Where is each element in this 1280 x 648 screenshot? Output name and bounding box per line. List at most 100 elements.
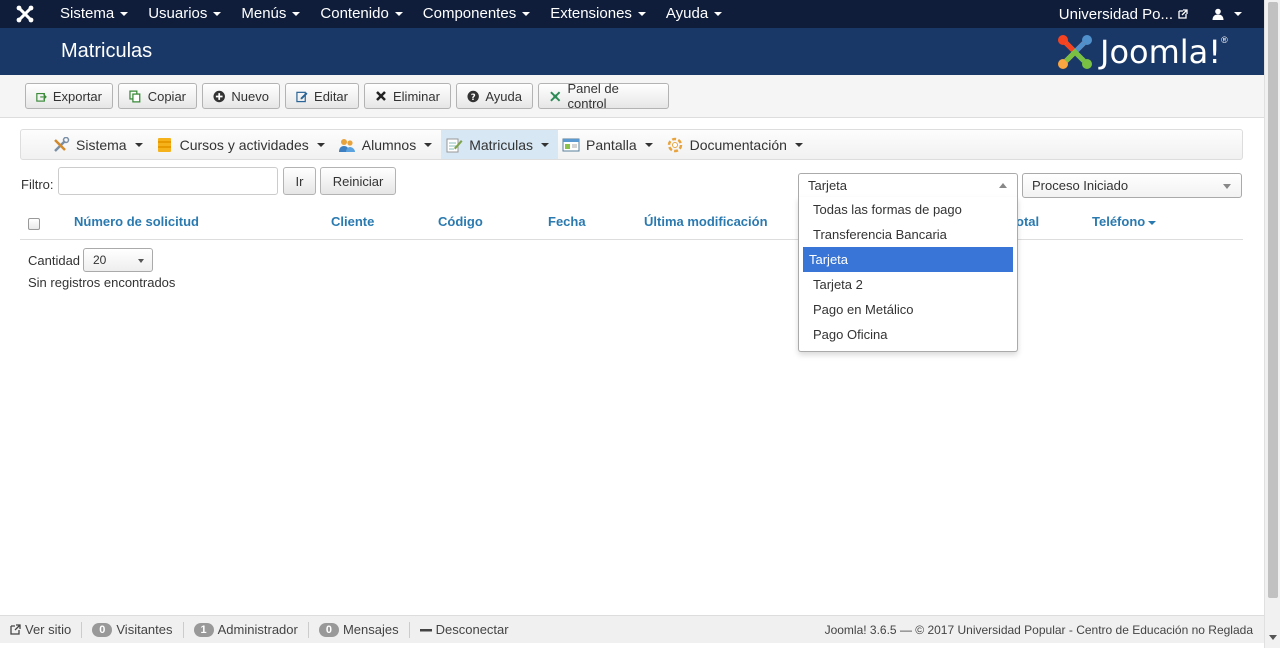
col-ultima-modificacion[interactable]: Última modificación xyxy=(644,214,768,229)
option-oficina[interactable]: Pago Oficina xyxy=(803,322,1013,347)
vertical-scrollbar[interactable] xyxy=(1264,0,1280,648)
menu-extensiones[interactable]: Extensiones xyxy=(540,0,656,28)
plus-circle-icon xyxy=(213,90,225,102)
registered-mark: ® xyxy=(1221,35,1228,45)
folder-icon xyxy=(157,137,171,152)
status-select[interactable]: Proceso Iniciado xyxy=(1022,173,1242,198)
filter-input[interactable] xyxy=(58,167,278,195)
admin-status: 1 Administrador xyxy=(184,621,309,638)
submenu-alumnos[interactable]: Alumnos xyxy=(334,130,441,159)
chevron-down-icon xyxy=(714,12,723,17)
submenu-sistema[interactable]: Sistema xyxy=(48,130,152,159)
reset-button[interactable]: Reiniciar xyxy=(320,167,396,195)
chevron-down-icon xyxy=(644,142,653,147)
visitors-badge: 0 xyxy=(92,622,113,637)
menu-contenido[interactable]: Contenido xyxy=(310,0,412,28)
col-codigo[interactable]: Código xyxy=(438,214,483,229)
submenu-cursos[interactable]: Cursos y actividades xyxy=(152,130,334,159)
copy-label: Copiar xyxy=(147,88,186,104)
menu-label: Menús xyxy=(241,5,287,22)
submenu-matriculas[interactable]: Matriculas xyxy=(441,130,559,159)
menu-ayuda[interactable]: Ayuda xyxy=(656,0,732,28)
chevron-down-icon xyxy=(1223,184,1231,189)
close-icon xyxy=(376,91,386,101)
control-panel-label: Panel de control xyxy=(567,81,619,111)
menu-sistema[interactable]: Sistema xyxy=(50,0,138,28)
empty-message: Sin registros encontrados xyxy=(28,275,176,290)
copy-button[interactable]: Copiar xyxy=(118,83,197,109)
external-link-icon xyxy=(1178,9,1188,19)
help-label: Ayuda xyxy=(485,88,522,104)
visitors-label: Visitantes xyxy=(116,622,173,637)
submenu-documentacion[interactable]: Documentación xyxy=(662,130,812,159)
view-site-label: Ver sitio xyxy=(25,622,72,637)
option-todas[interactable]: Todas las formas de pago xyxy=(803,197,1013,222)
chevron-down-icon xyxy=(213,12,222,17)
quantity-select[interactable]: 20 xyxy=(83,248,153,272)
go-button[interactable]: Ir xyxy=(283,167,316,195)
page-header: Matriculas Joomla! ® xyxy=(0,28,1264,75)
option-tarjeta-2[interactable]: Tarjeta 2 xyxy=(803,272,1013,297)
option-metalico[interactable]: Pago en Metálico xyxy=(803,297,1013,322)
component-submenu: Sistema Cursos y actividades Alumnos Mat… xyxy=(20,129,1243,160)
view-site-link[interactable]: Ver sitio xyxy=(0,621,83,638)
scroll-down-icon[interactable] xyxy=(1269,635,1277,640)
payment-select[interactable]: Tarjeta xyxy=(798,173,1018,197)
edit-button[interactable]: Editar xyxy=(285,83,359,109)
chevron-down-icon xyxy=(637,12,646,17)
control-panel-button[interactable]: Panel de control xyxy=(538,81,669,111)
chevron-down-icon xyxy=(316,142,325,147)
export-button[interactable]: Exportar xyxy=(25,83,113,109)
col-telefono-label: Teléfono xyxy=(1092,214,1146,229)
menu-componentes[interactable]: Componentes xyxy=(413,0,540,28)
chevron-down-icon xyxy=(541,142,550,147)
menu-label: Usuarios xyxy=(148,5,208,22)
chevron-down-icon xyxy=(134,142,143,147)
submenu-pantalla[interactable]: Pantalla xyxy=(558,130,662,159)
menu-menus[interactable]: Menús xyxy=(231,0,310,28)
filter-label: Filtro: xyxy=(21,177,54,192)
visitors-status: 0 Visitantes xyxy=(82,621,184,638)
col-fecha[interactable]: Fecha xyxy=(548,214,586,229)
svg-text:?: ? xyxy=(471,92,476,102)
site-name: Universidad Po... xyxy=(1058,5,1173,23)
new-label: Nuevo xyxy=(231,88,269,104)
admin-label: Administrador xyxy=(217,622,298,637)
scrollbar-thumb[interactable] xyxy=(1268,2,1278,598)
menu-usuarios[interactable]: Usuarios xyxy=(138,0,231,28)
main-menu: Sistema Usuarios Menús Contenido Compone… xyxy=(50,0,732,28)
select-all-checkbox[interactable] xyxy=(28,218,40,230)
edit-icon xyxy=(296,91,308,102)
messages-link[interactable]: 0 Mensajes xyxy=(309,621,410,638)
col-total[interactable]: otal xyxy=(1016,214,1039,229)
chevron-down-icon xyxy=(794,142,803,147)
quantity-label: Cantidad xyxy=(28,253,81,268)
help-button[interactable]: ? Ayuda xyxy=(456,83,533,109)
col-numero-solicitud[interactable]: Número de solicitud xyxy=(74,214,199,229)
version-copyright: Joomla! 3.6.5 — © 2017 Universidad Popul… xyxy=(824,623,1253,637)
submenu-label: Matriculas xyxy=(469,136,534,153)
option-tarjeta[interactable]: Tarjeta xyxy=(803,247,1013,272)
col-cliente[interactable]: Cliente xyxy=(331,214,374,229)
new-button[interactable]: Nuevo xyxy=(202,83,280,109)
payment-dropdown: Todas las formas de pago Transferencia B… xyxy=(798,197,1018,352)
logout-label: Desconectar xyxy=(435,622,509,637)
joomla-icon[interactable] xyxy=(0,0,50,28)
delete-button[interactable]: Eliminar xyxy=(364,83,451,109)
minus-icon xyxy=(419,628,432,631)
logout-link[interactable]: Desconectar xyxy=(410,622,519,638)
option-transferencia[interactable]: Transferencia Bancaria xyxy=(803,222,1013,247)
col-telefono[interactable]: Teléfono xyxy=(1092,214,1157,229)
quantity-value: 20 xyxy=(93,253,107,267)
site-link[interactable]: Universidad Po... xyxy=(1059,6,1188,23)
user-menu[interactable] xyxy=(1212,8,1242,20)
lifebuoy-icon xyxy=(667,137,682,152)
chevron-down-icon xyxy=(120,12,129,17)
chevron-down-icon xyxy=(424,142,433,147)
submenu-label: Pantalla xyxy=(586,136,637,153)
top-navbar: Sistema Usuarios Menús Contenido Compone… xyxy=(0,0,1264,28)
status-footer: Ver sitio 0 Visitantes 1 Administrador 0… xyxy=(0,615,1264,643)
chevron-up-icon xyxy=(999,183,1007,188)
menu-label: Componentes xyxy=(422,5,517,22)
chevron-down-icon xyxy=(1234,12,1242,16)
